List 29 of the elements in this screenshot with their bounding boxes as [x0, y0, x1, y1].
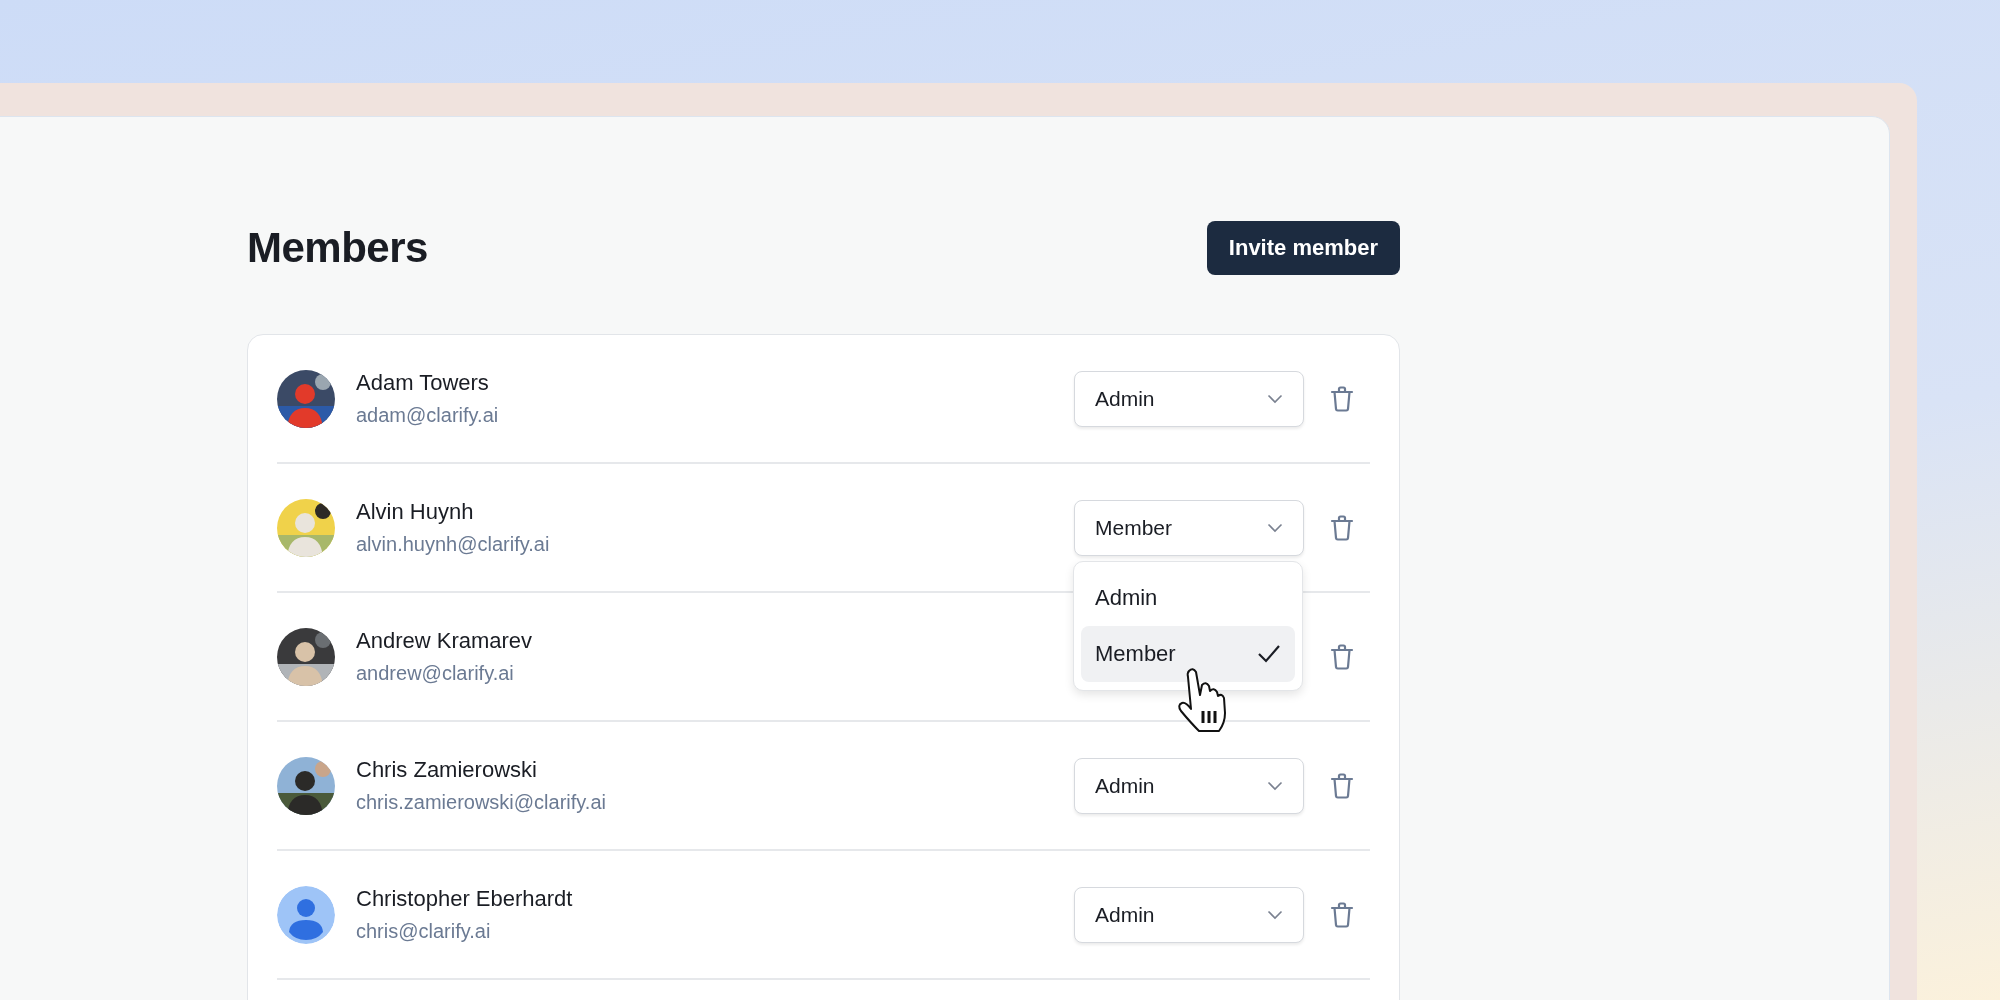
member-name: Alvin Huynh	[356, 499, 475, 525]
member-name: Christopher Eberhardt	[356, 886, 574, 912]
trash-icon	[1330, 772, 1354, 799]
member-email: chris.zamierowski@clarify.ai	[356, 791, 607, 814]
role-select[interactable]: Admin	[1074, 886, 1304, 943]
member-email: alvin.huynh@clarify.ai	[356, 533, 551, 556]
member-name: Andrew Kramarev	[356, 628, 534, 654]
menu-option[interactable]: Admin	[1081, 570, 1295, 626]
trash-icon	[1330, 385, 1354, 412]
menu-option[interactable]: Member	[1081, 626, 1295, 682]
member-email: chris@clarify.ai	[356, 920, 492, 943]
member-email: adam@clarify.ai	[356, 404, 500, 427]
chevron-down-icon	[1267, 780, 1283, 791]
user-avatar-icon	[277, 885, 335, 944]
chevron-down-icon	[1267, 393, 1283, 404]
trash-icon	[1330, 514, 1354, 541]
trash-icon	[1330, 643, 1354, 670]
role-select[interactable]: Admin	[1074, 757, 1304, 814]
invite-member-button[interactable]: Invite member	[1206, 221, 1400, 275]
trash-icon	[1330, 901, 1354, 928]
page-title: Members	[247, 224, 428, 272]
check-icon	[1257, 644, 1281, 664]
role-select[interactable]: Admin	[1074, 370, 1304, 427]
member-email: andrew@clarify.ai	[356, 662, 515, 685]
member-name: Chris Zamierowski	[356, 757, 538, 783]
role-select[interactable]: Member	[1074, 499, 1304, 556]
chevron-down-icon	[1267, 909, 1283, 920]
chevron-down-icon	[1267, 522, 1283, 533]
member-name: Adam Towers	[356, 370, 490, 396]
